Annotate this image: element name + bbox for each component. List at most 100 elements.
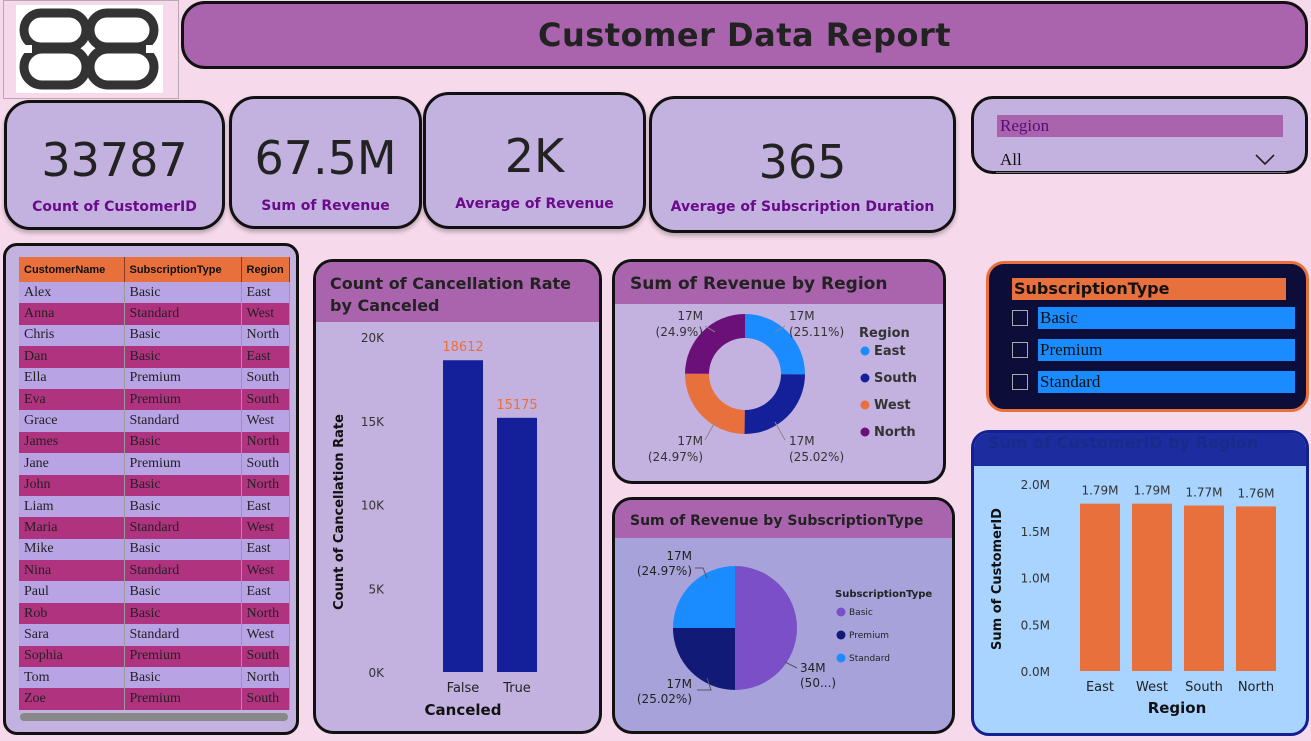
cell-subscriptiontype: Premium <box>124 645 242 668</box>
slicer-option-premium[interactable]: Premium <box>1012 339 1295 361</box>
customer-table-panel: CustomerName SubscriptionType Region Ale… <box>3 243 299 735</box>
chart-header: Sum of Revenue by Region <box>615 262 943 304</box>
kpi-label: Average of Revenue <box>455 196 614 212</box>
column-header-region[interactable]: Region <box>241 257 290 282</box>
table-row[interactable]: Sophia Premium South <box>19 645 290 668</box>
cell-customername: Grace <box>19 410 125 432</box>
cell-subscriptiontype: Basic <box>124 581 242 603</box>
cell-region: West <box>241 624 290 646</box>
cell-customername: Nina <box>19 560 125 582</box>
bar <box>443 360 483 672</box>
slice-percent-label: (25.02%) <box>637 692 692 706</box>
table-horizontal-scrollbar[interactable] <box>20 713 288 721</box>
legend-swatch <box>860 346 870 356</box>
table-row[interactable]: Anna Standard West <box>19 303 290 325</box>
slicer-option-label: Basic <box>1038 307 1295 329</box>
legend-item: Basic <box>849 608 873 618</box>
cancellation-bar-chart: 0K 5K 10K 15K 20K 18612 False 15175 TrueCanceled… <box>332 331 538 719</box>
region-slicer-header: Region <box>997 115 1283 137</box>
cell-region: South <box>241 367 290 389</box>
table-row[interactable]: Grace Standard West <box>19 410 290 432</box>
table-row[interactable]: Liam Basic East <box>19 495 290 518</box>
region-slicer: Region All <box>971 96 1308 174</box>
subscriptiontype-slicer-header: SubscriptionType <box>1012 278 1286 300</box>
cell-region: South <box>241 645 290 668</box>
table-row[interactable]: John Basic North <box>19 474 290 496</box>
cell-customername: Ella <box>19 367 125 389</box>
x-tick-label: South <box>1185 680 1223 695</box>
table-row[interactable]: Jane Premium South <box>19 453 290 475</box>
report-title-banner: Customer Data Report <box>181 1 1308 69</box>
cell-customername: James <box>19 431 125 454</box>
cell-customername: Liam <box>19 495 125 518</box>
legend-swatch <box>860 400 870 410</box>
legend-item: Premium <box>849 631 889 641</box>
logo <box>16 5 163 93</box>
table-row[interactable]: Alex Basic East <box>19 282 290 304</box>
table-row[interactable]: Maria Standard West <box>19 517 290 539</box>
kpi-card-average-revenue[interactable]: 2K Average of Revenue <box>423 92 646 229</box>
cell-region: North <box>241 324 290 347</box>
table-row[interactable]: Nina Standard West <box>19 560 290 582</box>
chart-title: Count of Cancellation Rate by Canceled <box>330 274 571 315</box>
cell-customername: Maria <box>19 517 125 539</box>
slice-value-label: 17M <box>789 309 815 323</box>
slice-value-label: 17M <box>666 677 692 691</box>
checkbox[interactable] <box>1012 342 1028 358</box>
cell-subscriptiontype: Premium <box>124 388 242 411</box>
cell-customername: Mike <box>19 538 125 561</box>
cell-customername: Tom <box>19 667 125 689</box>
table-row[interactable]: Tom Basic North <box>19 667 290 689</box>
cell-customername: Eva <box>19 388 125 411</box>
slicer-option-label: Standard <box>1038 371 1295 393</box>
cell-region: North <box>241 602 290 625</box>
cell-region: East <box>241 346 290 368</box>
chart-title: Sum of CustomerID by Region <box>988 433 1259 452</box>
customerid-by-region-panel: Sum of CustomerID by Region 0.0M 0.5M 1.0M… <box>971 430 1309 736</box>
cell-subscriptiontype: Standard <box>124 517 242 539</box>
cell-subscriptiontype: Standard <box>124 560 242 582</box>
checkbox[interactable] <box>1012 310 1028 326</box>
slicer-option-standard[interactable]: Standard <box>1012 371 1295 393</box>
revenue-by-region-panel: Sum of Revenue by Region 17M (25.11%) 17M (… <box>612 259 946 484</box>
cancellation-chart-panel: Count of Cancellation Rate by Canceled 0… <box>313 259 602 734</box>
customer-table: CustomerName SubscriptionType Region Ale… <box>19 257 290 710</box>
table-row[interactable]: Ella Premium South <box>19 367 290 389</box>
slice-percent-label: (24.97%) <box>648 450 703 464</box>
kpi-value: 365 <box>758 135 847 189</box>
cell-subscriptiontype: Basic <box>124 324 242 347</box>
table-row[interactable]: Eva Premium South <box>19 388 290 411</box>
table-row[interactable]: Sara Standard West <box>19 624 290 646</box>
kpi-card-count-customerid[interactable]: 33787 Count of CustomerID <box>4 100 225 230</box>
region-dropdown[interactable]: All <box>996 147 1286 173</box>
table-row[interactable]: Mike Basic East <box>19 538 290 561</box>
table-row[interactable]: Chris Basic North <box>19 324 290 347</box>
legend-swatch <box>860 427 870 437</box>
table-row[interactable]: Paul Basic East <box>19 581 290 603</box>
column-header-customername[interactable]: CustomerName <box>19 257 125 282</box>
checkbox[interactable] <box>1012 374 1028 390</box>
cell-region: North <box>241 667 290 689</box>
cell-region: South <box>241 388 290 411</box>
table-row[interactable]: Dan Basic East <box>19 346 290 368</box>
kpi-card-average-subscription-duration[interactable]: 365 Average of Subscription Duration <box>649 96 956 233</box>
data-label: 1.79M <box>1081 484 1118 498</box>
customerid-by-region-bar-chart: 0.0M 0.5M 1.0M 1.5M 2.0M 1.79M East 1.79M West 1.… <box>990 478 1276 717</box>
data-label: 1.77M <box>1185 486 1222 500</box>
table-row[interactable]: Rob Basic North <box>19 602 290 625</box>
table-row[interactable]: Zoe Premium South <box>19 688 290 710</box>
slicer-option-basic[interactable]: Basic <box>1012 307 1295 329</box>
slice-percent-label: (25.02%) <box>789 450 844 464</box>
x-tick-label: False <box>447 681 480 696</box>
y-tick-label: 20K <box>361 331 385 345</box>
y-tick-label: 2.0M <box>1021 478 1050 492</box>
table-row[interactable]: James Basic North <box>19 431 290 454</box>
legend-title: SubscriptionType <box>835 589 932 600</box>
column-header-subscriptiontype[interactable]: SubscriptionType <box>124 257 242 282</box>
cell-subscriptiontype: Standard <box>124 410 242 432</box>
cell-subscriptiontype: Basic <box>124 667 242 689</box>
kpi-label: Sum of Revenue <box>261 198 390 214</box>
chart-title: Sum of Revenue by SubscriptionType <box>630 513 924 529</box>
bar <box>1236 506 1276 671</box>
kpi-card-sum-revenue[interactable]: 67.5M Sum of Revenue <box>229 96 422 229</box>
